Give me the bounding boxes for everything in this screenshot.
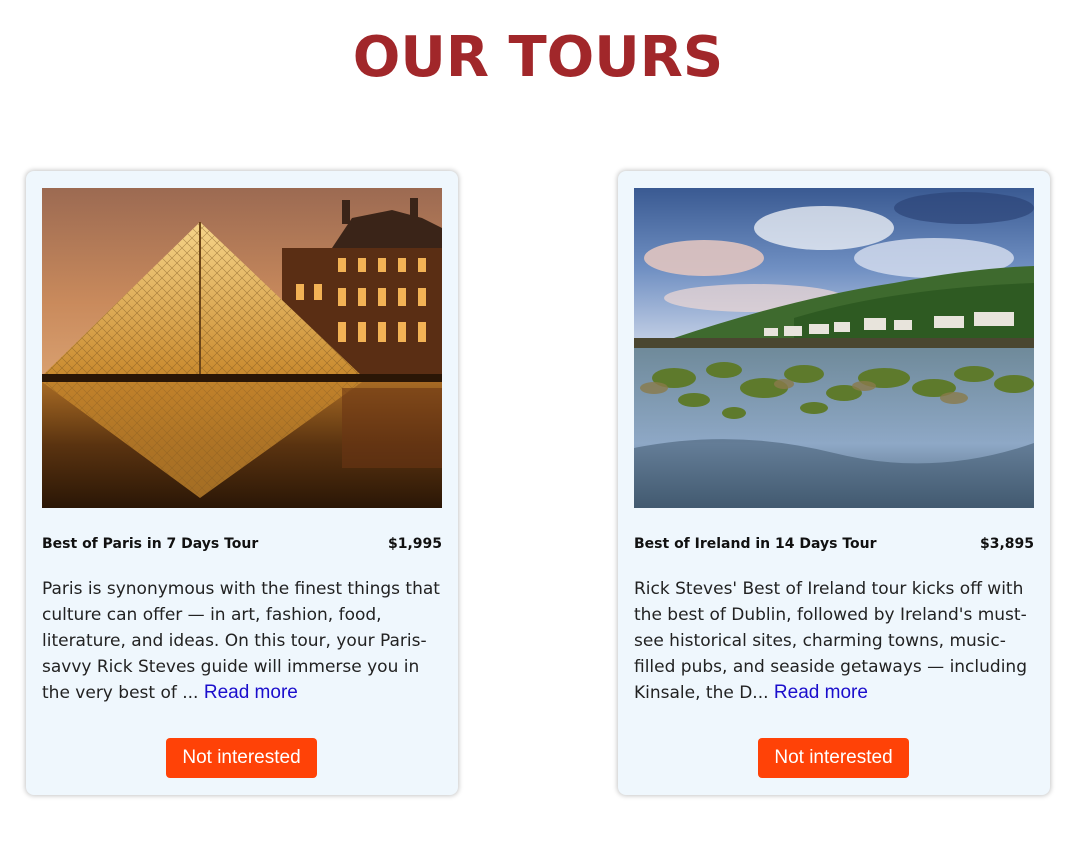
tour-card-ireland: Best of Ireland in 14 Days Tour $3,895 R…: [618, 171, 1050, 795]
tour-card-paris: Best of Paris in 7 Days Tour $1,995 Pari…: [26, 171, 458, 795]
tour-info-row: Best of Paris in 7 Days Tour $1,995: [42, 534, 442, 554]
tour-price: $1,995: [387, 536, 442, 552]
page-title: OUR TOURS: [352, 25, 724, 90]
tour-price: $3,895: [979, 536, 1034, 552]
tour-name: Best of Paris in 7 Days Tour: [42, 536, 259, 552]
not-interested-button[interactable]: Not interested: [166, 738, 317, 778]
tour-name: Best of Ireland in 14 Days Tour: [634, 536, 877, 552]
read-more-link[interactable]: Read more: [774, 682, 868, 703]
read-more-link[interactable]: Read more: [204, 682, 298, 703]
tour-description: Rick Steves' Best of Ireland tour kicks …: [634, 576, 1038, 706]
tour-info-row: Best of Ireland in 14 Days Tour $3,895: [634, 534, 1034, 554]
not-interested-button[interactable]: Not interested: [758, 738, 909, 778]
tour-image-paris: [42, 188, 442, 508]
tour-description: Paris is synonymous with the finest thin…: [42, 576, 446, 706]
tour-image-ireland: [634, 188, 1034, 508]
